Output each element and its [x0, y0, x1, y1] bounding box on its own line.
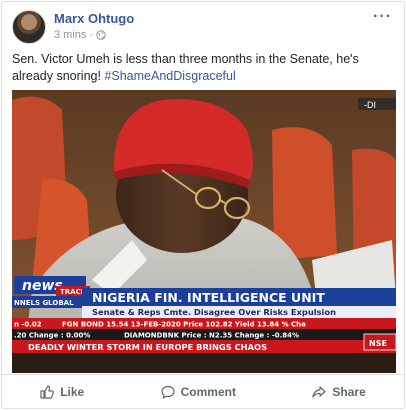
subheadline-text: Senate & Reps Cmte. Disagree Over Risks …	[92, 307, 336, 317]
like-label: Like	[60, 384, 85, 399]
post-text: Sen. Victor Umeh is less than three mont…	[12, 51, 398, 85]
post-time[interactable]: 3 mins	[54, 29, 86, 41]
post-actions-bar: Like Comment Share	[2, 374, 404, 408]
author-name[interactable]: Marx Ohtugo	[54, 11, 134, 26]
meta-separator: ·	[89, 29, 94, 41]
comment-button[interactable]: Comment	[161, 385, 236, 399]
ticker-row-2-text: DIAMONDBNK Price : N2.35 Change : -0.84%	[124, 332, 299, 340]
comment-label: Comment	[180, 384, 236, 399]
hashtag-link[interactable]: #ShameAndDisgraceful	[104, 69, 235, 83]
share-label: Share	[332, 384, 366, 399]
headline-text: NIGERIA FIN. INTELLIGENCE UNIT	[92, 290, 325, 305]
video-scene: -DI news TRACK NNELS GLOBAL NIGERIA FIN.…	[12, 90, 396, 373]
ticker-row-1-text: FGN BOND 15.54 13-FEB-2020 Price 102.82 …	[62, 321, 306, 329]
speech-bubble-icon	[161, 385, 175, 399]
video-bottom-shadow	[12, 353, 396, 373]
ticker-row-2-left: .20 Change : 0.00%	[14, 332, 90, 340]
like-button[interactable]: Like	[40, 385, 84, 399]
post-header: Marx Ohtugo 3 mins · ···	[12, 9, 394, 46]
post-meta: 3 mins ·	[54, 29, 106, 41]
channel-tag: -DI	[364, 100, 376, 110]
share-arrow-icon	[312, 385, 327, 399]
ticker-row-1-left: n -0.02	[14, 321, 42, 329]
post-card: Marx Ohtugo 3 mins · ··· Sen. Victor Ume…	[1, 1, 405, 409]
globe-icon[interactable]	[96, 30, 106, 40]
thumbs-up-icon	[40, 384, 54, 399]
more-options-icon[interactable]: ···	[373, 9, 392, 25]
avatar[interactable]	[12, 10, 46, 44]
ticker-row-3-text: DEADLY WINTER STORM IN EUROPE BRINGS CHA…	[28, 342, 267, 352]
nse-badge-text: NSE	[369, 339, 387, 348]
post-video-frame[interactable]: -DI news TRACK NNELS GLOBAL NIGERIA FIN.…	[12, 90, 396, 373]
share-button[interactable]: Share	[312, 384, 366, 399]
network-name: NNELS GLOBAL	[14, 299, 74, 307]
